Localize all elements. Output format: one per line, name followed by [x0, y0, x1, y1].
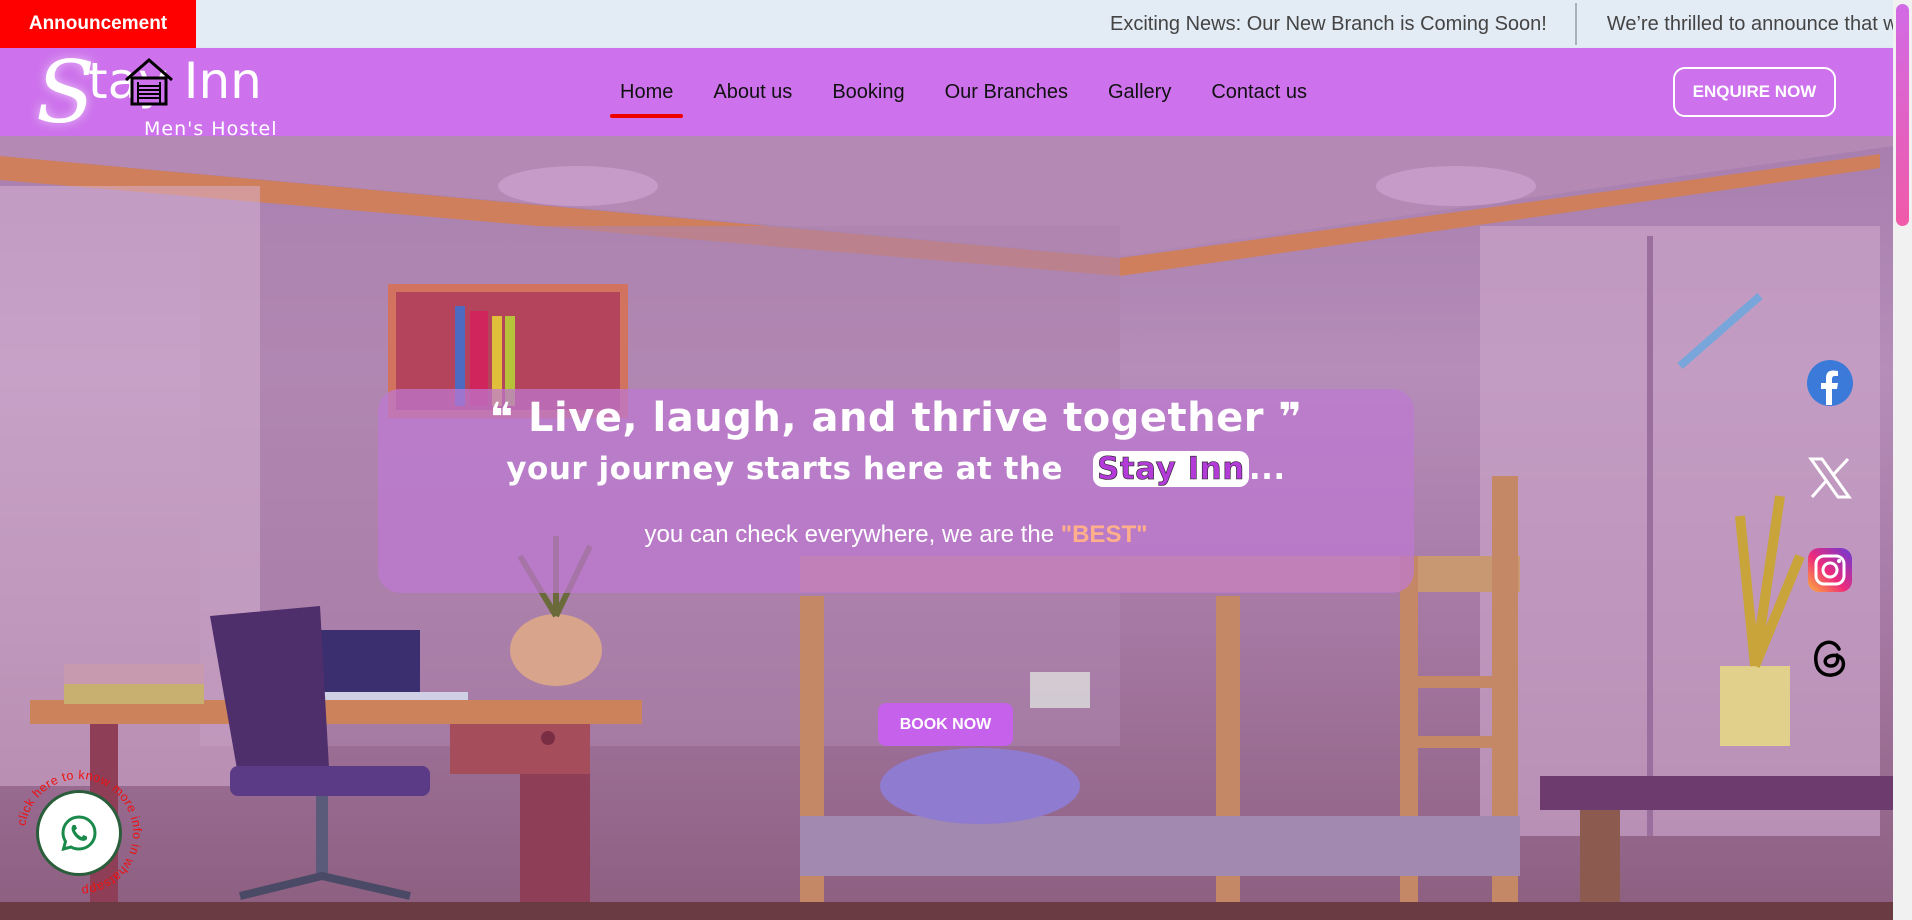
main-nav: Home About us Booking Our Branches Galle… [600, 48, 1327, 136]
ticker-message: We’re thrilled to announce that we [1606, 12, 1893, 35]
nav-item-home[interactable]: Home [609, 81, 684, 118]
whatsapp-widget[interactable]: click here to know more info in whatsapp [15, 768, 144, 898]
hero-headline: ❝ Live, laugh, and thrive together ❞ [378, 395, 1414, 441]
threads-icon[interactable] [1806, 633, 1854, 681]
hero-tagline: you can check everywhere, we are the "BE… [378, 521, 1414, 549]
announcement-ticker: Exciting News: Our New Branch is Coming … [1110, 0, 1893, 48]
hero-line2-suffix: ... [1248, 451, 1286, 487]
navbar: S tay Inn Men's Hostel Home About us Boo… [0, 48, 1893, 140]
nav-item-gallery[interactable]: Gallery [1108, 81, 1171, 104]
house-icon [125, 58, 173, 106]
hero-line3-prefix: you can check everywhere, we are the [644, 521, 1055, 548]
whatsapp-button[interactable] [36, 790, 122, 876]
nav-item-about[interactable]: About us [713, 81, 792, 104]
hero-subheadline: your journey starts here at the Stay Inn… [378, 451, 1414, 488]
page-scrollbar[interactable] [1893, 0, 1912, 920]
nav-item-branches[interactable]: Our Branches [945, 81, 1068, 104]
logo-initial: S [36, 43, 95, 143]
instagram-icon[interactable] [1806, 546, 1854, 594]
x-icon[interactable] [1806, 454, 1854, 502]
hero-quote-card: ❝ Live, laugh, and thrive together ❞ you… [378, 389, 1414, 593]
hero-best-emphasis: "BEST" [1060, 521, 1148, 548]
hero-quote-text: Live, laugh, and thrive together [528, 395, 1264, 441]
enquire-now-button[interactable]: ENQUIRE NOW [1673, 67, 1836, 117]
announcement-label: Announcement [0, 0, 196, 48]
quote-open-icon: ❝ [489, 395, 514, 441]
nav-item-contact[interactable]: Contact us [1211, 81, 1307, 104]
whatsapp-icon [61, 815, 97, 852]
scrollbar-thumb[interactable] [1896, 4, 1909, 226]
announcement-bar: Announcement Exciting News: Our New Bran… [0, 0, 1893, 48]
ticker-divider [1574, 3, 1577, 45]
hero-brand-highlight: Stay Inn [1093, 451, 1249, 487]
hero-section: ❝ Live, laugh, and thrive together ❞ you… [0, 136, 1893, 920]
brand-logo[interactable]: S tay Inn Men's Hostel [36, 50, 296, 140]
facebook-icon[interactable] [1806, 359, 1854, 407]
book-now-button[interactable]: BOOK NOW [878, 703, 1013, 746]
quote-close-icon: ❞ [1278, 395, 1303, 441]
nav-item-booking[interactable]: Booking [832, 81, 904, 104]
ticker-message: Exciting News: Our New Branch is Coming … [1110, 12, 1547, 35]
hero-line2-prefix: your journey starts here at the [506, 451, 1064, 487]
